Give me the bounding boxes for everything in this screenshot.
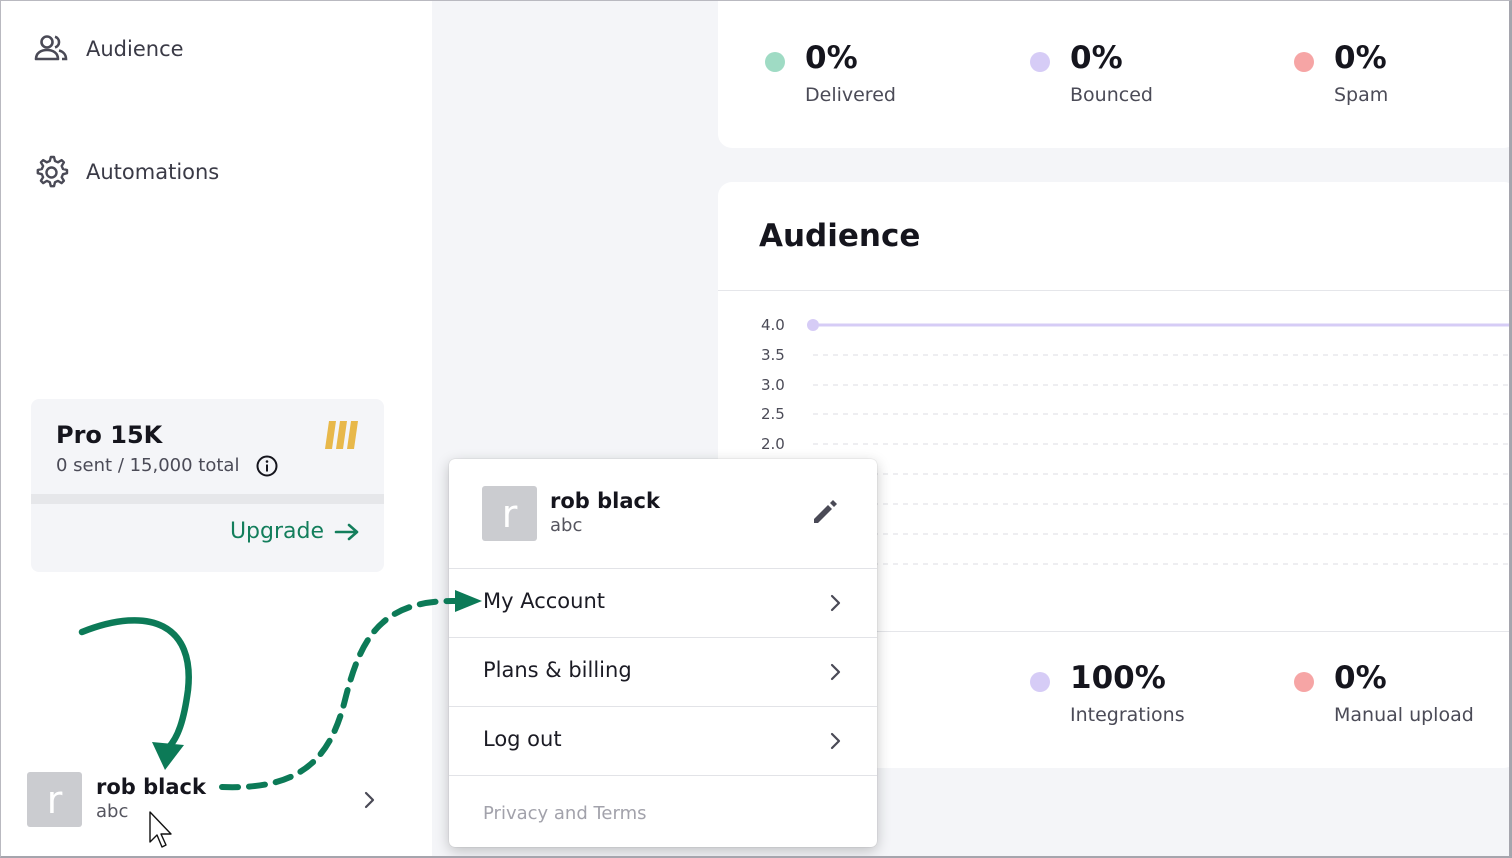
data-point <box>807 319 819 331</box>
user-menu-trigger[interactable]: r rob black abc <box>27 772 387 828</box>
plan-card: Pro 15K 0 sent / 15,000 total Upgrade <box>31 399 384 572</box>
status-dot <box>1294 672 1314 692</box>
menu-item-label: My Account <box>483 589 606 613</box>
stat-label: Delivered <box>805 84 896 106</box>
stat-value: 100% <box>1070 660 1166 696</box>
stat-label: Bounced <box>1070 84 1153 106</box>
plan-usage: 0 sent / 15,000 total <box>56 455 240 476</box>
plan-divider <box>31 494 384 504</box>
menu-item-label: Plans & billing <box>483 658 632 682</box>
upgrade-label: Upgrade <box>229 519 324 544</box>
stat-value: 0% <box>1334 660 1387 696</box>
status-dot <box>765 52 785 72</box>
stat-value: 0% <box>1070 40 1123 76</box>
users-icon <box>34 35 68 61</box>
plan-name: Pro 15K <box>56 421 163 449</box>
info-icon[interactable] <box>256 455 278 477</box>
chevron-right-icon <box>364 791 375 809</box>
user-workspace: abc <box>550 515 583 536</box>
chevron-right-icon <box>830 663 841 681</box>
sidebar-item-label: Audience <box>86 37 184 61</box>
avatar: r <box>482 486 537 541</box>
stat-label: Spam <box>1334 84 1389 106</box>
status-dot <box>1030 52 1050 72</box>
avatar: r <box>27 772 82 827</box>
user-workspace: abc <box>96 801 129 822</box>
menu-user-header: r rob black abc <box>449 459 877 569</box>
user-name: rob black <box>550 489 660 513</box>
status-dot <box>1030 672 1050 692</box>
stat-label: Integrations <box>1070 704 1185 726</box>
plan-tier-icon <box>325 421 358 449</box>
arrow-right-icon <box>334 523 359 540</box>
menu-item-log-out[interactable]: Log out <box>449 707 877 776</box>
gear-icon <box>36 155 69 188</box>
privacy-terms-link[interactable]: Privacy and Terms <box>483 803 647 824</box>
stat-label: Manual upload <box>1334 704 1474 726</box>
user-dropdown-menu: r rob black abc My Account Plans & billi… <box>449 459 877 847</box>
menu-item-label: Log out <box>483 727 562 751</box>
pencil-icon[interactable] <box>810 497 840 527</box>
sidebar-item-automations[interactable]: Automations <box>32 153 219 191</box>
chevron-right-icon <box>830 594 841 612</box>
sidebar-item-audience[interactable]: Audience <box>32 30 184 68</box>
user-name: rob black <box>96 775 206 799</box>
stat-value: 0% <box>1334 40 1387 76</box>
menu-item-plans-billing[interactable]: Plans & billing <box>449 638 877 707</box>
upgrade-link[interactable]: Upgrade <box>230 519 360 544</box>
stat-value: 0% <box>805 40 858 76</box>
status-dot <box>1294 52 1314 72</box>
sidebar-item-label: Automations <box>86 160 220 184</box>
email-stats-card: 0% Delivered 0% Bounced 0% Spam <box>718 0 1512 148</box>
chevron-right-icon <box>830 732 841 750</box>
sidebar: Audience Automations Pro 15K 0 sent / 15… <box>0 0 432 858</box>
menu-item-my-account[interactable]: My Account <box>449 569 877 638</box>
